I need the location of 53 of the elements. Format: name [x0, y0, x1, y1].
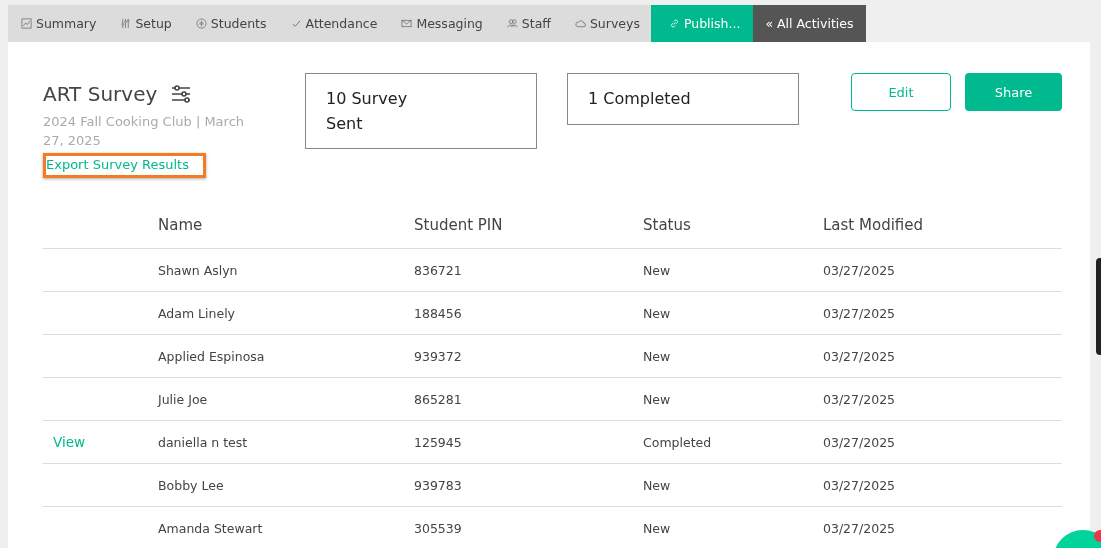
sliders-icon	[120, 18, 132, 29]
survey-subtitle: 2024 Fall Cooking Club | March 27, 2025	[43, 113, 246, 150]
tab[interactable]: Surveys	[561, 5, 651, 42]
tab[interactable]: Staff	[493, 5, 562, 42]
table-cell-text: 03/27/2025	[823, 305, 897, 321]
table-cell-text: New	[643, 262, 672, 278]
table-cell-text: 03/27/2025	[823, 520, 897, 536]
table-cell-text: Julie Joe	[158, 391, 209, 407]
table-cell-text: Adam Linely	[158, 305, 236, 321]
table-cell-text: Applied Espinosa	[158, 348, 266, 364]
table-cell-text: 939783	[414, 477, 463, 493]
table-cell-text: 03/27/2025	[823, 391, 897, 407]
tab[interactable]: Summary	[8, 5, 108, 42]
link-icon	[668, 18, 680, 29]
tab[interactable]: Students	[182, 5, 278, 42]
table-cell-text: New	[643, 348, 672, 364]
table-cell-text: Completed	[643, 434, 713, 450]
table-cell-text: 125945	[414, 434, 463, 450]
mail-icon	[401, 18, 413, 29]
survey-title: ART Survey	[43, 82, 158, 106]
stat-card: 1 Completed	[567, 73, 799, 125]
tab[interactable]: Messaging	[388, 5, 494, 42]
table-cell-text: 865281	[414, 391, 463, 407]
scrollbar-thumb[interactable]	[1096, 258, 1101, 355]
table-cell-text: 939372	[414, 348, 463, 364]
sliders-icon[interactable]	[171, 85, 192, 103]
table-cell-text: 03/27/2025	[823, 348, 897, 364]
people-icon	[506, 18, 518, 29]
chart-icon	[21, 18, 32, 29]
table-cell-text: Bobby Lee	[158, 477, 225, 493]
tab[interactable]: Setup	[107, 5, 183, 42]
table-cell-text: Shawn Aslyn	[158, 262, 239, 278]
tab[interactable]: Attendance	[277, 5, 389, 42]
table-cell-text: 305539	[414, 520, 463, 536]
column-header: Last Modified	[823, 216, 925, 234]
stat-card: 10 Survey Sent	[305, 73, 537, 149]
all-activities-button[interactable]: « All Activities	[753, 5, 866, 42]
cloud-icon	[574, 18, 586, 29]
table-cell-text: Amanda Stewart	[158, 520, 264, 536]
table-cell-text: New	[643, 391, 672, 407]
column-header: Student PIN	[414, 216, 504, 234]
table-cell-text: 188456	[414, 305, 463, 321]
table-cell-text: daniella n test	[158, 434, 249, 450]
table-cell-text: 03/27/2025	[823, 262, 897, 278]
table-cell-text: 03/27/2025	[823, 477, 897, 493]
table-cell-text: 836721	[414, 262, 463, 278]
table-cell-text: New	[643, 305, 672, 321]
check-icon	[290, 18, 302, 29]
table-cell-text: New	[643, 477, 672, 493]
table-cell-text: New	[643, 520, 672, 536]
column-header: Name	[158, 216, 204, 234]
column-header: Status	[643, 216, 692, 234]
table-cell-text: 03/27/2025	[823, 434, 897, 450]
